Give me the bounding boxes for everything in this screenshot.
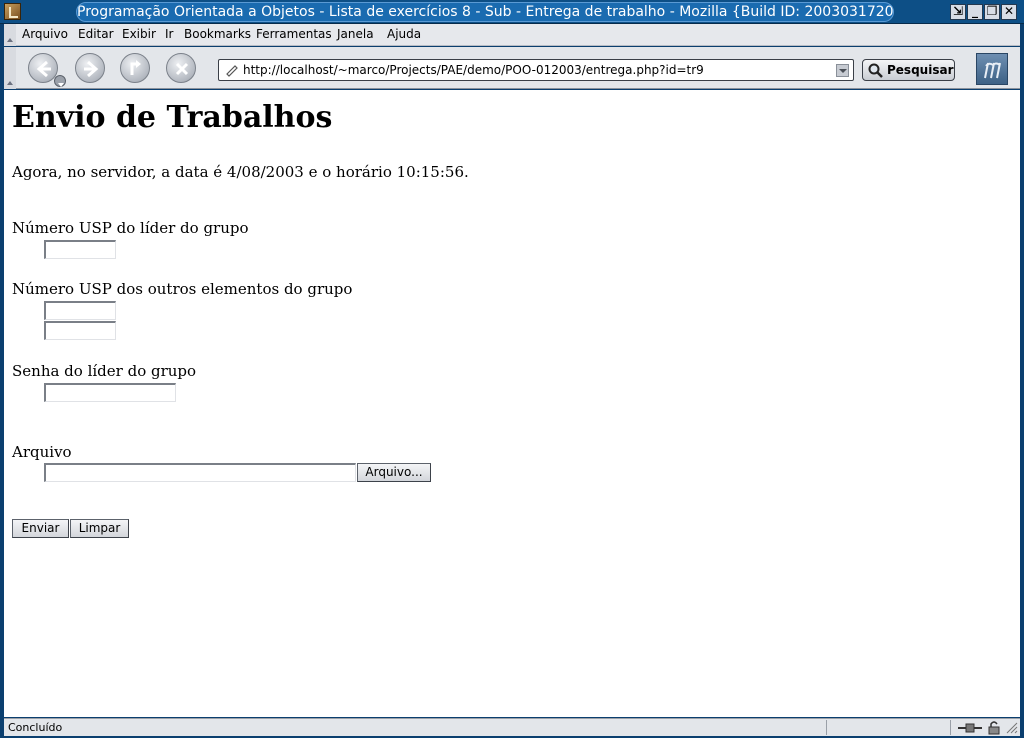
member-usp-input-2[interactable] xyxy=(44,321,116,340)
menu-bookmarks[interactable]: Bookmarks xyxy=(184,27,251,41)
server-time-text: Agora, no servidor, a data é 4/08/2003 e… xyxy=(12,163,469,181)
menu-ir[interactable]: Ir xyxy=(165,27,173,41)
search-button[interactable]: Pesquisar xyxy=(862,59,955,81)
reset-button[interactable]: Limpar xyxy=(70,519,129,538)
menu-editar[interactable]: Editar xyxy=(78,27,114,41)
others-usp-label: Número USP dos outros elementos do grupo xyxy=(12,280,353,298)
leader-usp-label: Número USP do líder do grupo xyxy=(12,219,249,237)
menu-ferramentas[interactable]: Ferramentas xyxy=(256,27,332,41)
page-title: Envio de Trabalhos xyxy=(12,100,333,135)
stop-icon xyxy=(175,62,189,76)
leader-password-input[interactable] xyxy=(44,383,176,402)
magnifier-icon xyxy=(868,63,883,78)
forward-arrow-icon xyxy=(84,60,99,78)
reload-button[interactable] xyxy=(120,53,150,83)
navigation-toolbar: http://localhost/~marco/Projects/PAE/dem… xyxy=(4,47,1020,89)
menu-janela[interactable]: Janela xyxy=(337,27,374,41)
window-title: Programação Orientada a Objetos - Lista … xyxy=(76,2,894,22)
page-content: Envio de Trabalhos Agora, no servidor, a… xyxy=(4,90,1020,717)
file-path-input[interactable] xyxy=(44,463,356,482)
forward-button[interactable] xyxy=(75,53,105,83)
status-divider xyxy=(950,720,951,735)
search-button-label: Pesquisar xyxy=(887,63,954,77)
app-menu-icon[interactable] xyxy=(4,3,21,20)
leader-usp-input[interactable] xyxy=(44,240,116,259)
minimize-button[interactable]: _ xyxy=(967,4,983,20)
back-history-dropdown[interactable] xyxy=(54,75,66,87)
mozilla-throbber-icon[interactable] xyxy=(976,53,1008,85)
menubar-grip[interactable] xyxy=(4,24,16,46)
menubar: Arquivo Editar Exibir Ir Bookmarks Ferra… xyxy=(4,24,1020,46)
status-bar: Concluído xyxy=(4,718,1020,736)
menu-exibir[interactable]: Exibir xyxy=(122,27,156,41)
close-button[interactable]: ✕ xyxy=(1001,4,1017,20)
resize-grip-icon[interactable] xyxy=(1006,722,1018,734)
menu-ajuda[interactable]: Ajuda xyxy=(387,27,421,41)
leader-password-label: Senha do líder do grupo xyxy=(12,362,197,380)
reload-icon xyxy=(130,60,141,75)
url-bar[interactable]: http://localhost/~marco/Projects/PAE/dem… xyxy=(218,59,854,81)
toolbar-grip[interactable] xyxy=(4,47,16,89)
file-label: Arquivo xyxy=(12,443,72,461)
status-divider xyxy=(826,720,827,735)
stop-button[interactable] xyxy=(166,53,196,83)
menu-arquivo[interactable]: Arquivo xyxy=(22,27,68,41)
online-status-icon[interactable] xyxy=(957,721,983,735)
maximize-button[interactable]: ❐ xyxy=(984,4,1000,20)
submit-button[interactable]: Enviar xyxy=(12,519,69,538)
pin-icon[interactable]: ⇲ xyxy=(950,4,966,20)
url-text[interactable]: http://localhost/~marco/Projects/PAE/dem… xyxy=(243,63,704,77)
member-usp-input-1[interactable] xyxy=(44,301,116,320)
file-browse-button[interactable]: Arquivo... xyxy=(357,463,431,482)
page-proxy-icon[interactable] xyxy=(225,63,239,77)
window-titlebar: Programação Orientada a Objetos - Lista … xyxy=(0,0,1024,24)
status-text: Concluído xyxy=(8,721,63,734)
mozilla-logo-icon xyxy=(984,62,1001,79)
security-lock-icon[interactable] xyxy=(987,720,1001,735)
url-history-dropdown[interactable] xyxy=(836,64,849,77)
